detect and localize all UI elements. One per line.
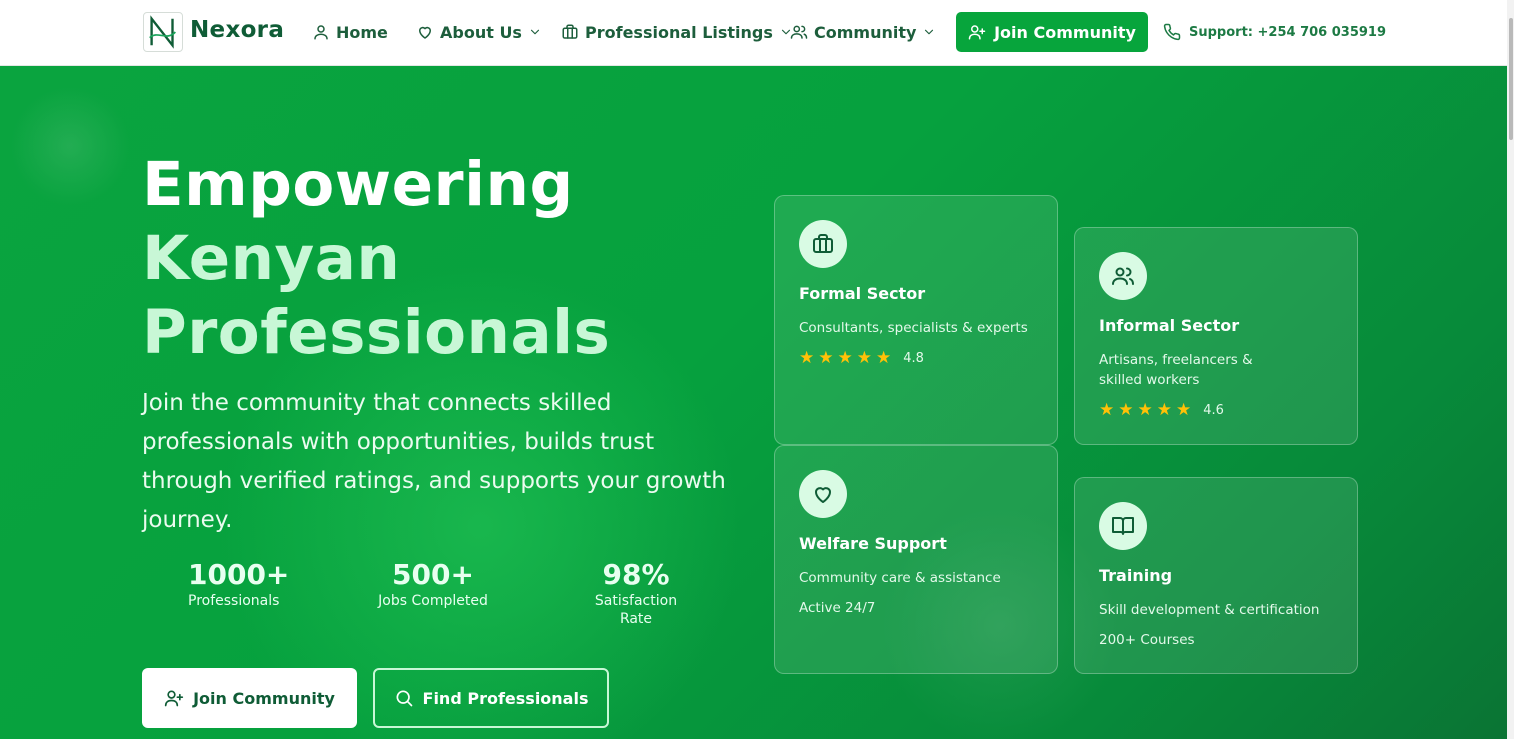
star-icon: ★ bbox=[1137, 400, 1153, 420]
heart-icon bbox=[419, 26, 431, 39]
card-icon-circle bbox=[1099, 502, 1147, 550]
star-icon: ★ bbox=[837, 348, 853, 368]
star-icon: ★ bbox=[1156, 400, 1172, 420]
star-icon: ★ bbox=[818, 348, 834, 368]
brand-name[interactable]: Nexora bbox=[190, 17, 284, 43]
card-description: Artisans, freelancers & skilled workers bbox=[1099, 352, 1253, 388]
chevron-down-icon bbox=[530, 29, 540, 35]
stat-value: 500+ bbox=[392, 558, 474, 591]
user-plus-icon bbox=[164, 690, 184, 707]
search-icon bbox=[396, 690, 412, 707]
stat-label: Professionals bbox=[188, 593, 280, 609]
card-description: Skill development & certification bbox=[1099, 602, 1320, 618]
hero-headline: Empowering Kenyan Professionals bbox=[142, 148, 610, 370]
nav-home[interactable]: Home bbox=[312, 21, 388, 43]
star-icon: ★ bbox=[1118, 400, 1134, 420]
card-icon-circle bbox=[799, 470, 847, 518]
card-description: Community care & assistance bbox=[799, 570, 1001, 586]
card-icon-circle bbox=[1099, 252, 1147, 300]
card-formal-sector[interactable]: Formal Sector Consultants, specialists &… bbox=[774, 195, 1058, 445]
card-rating: ★ ★ ★ ★ ★ 4.6 bbox=[1099, 402, 1224, 419]
briefcase-icon bbox=[813, 234, 833, 253]
nav-home-label: Home bbox=[336, 22, 388, 42]
card-extra: 200+ Courses bbox=[1099, 632, 1195, 648]
star-icon: ★ bbox=[799, 348, 815, 368]
stat-professionals: 1000+ Professionals bbox=[188, 558, 290, 610]
find-professionals-label: Find Professionals bbox=[422, 688, 589, 708]
nav-professional-listings-label: Professional Listings bbox=[585, 22, 773, 42]
hero-join-community-button[interactable]: Join Community bbox=[142, 668, 357, 728]
stat-jobs-completed: 500+ Jobs Completed bbox=[378, 558, 488, 610]
support-phone-link[interactable]: Support: +254 706 035919 bbox=[1163, 23, 1386, 41]
hero-join-community-label: Join Community bbox=[193, 688, 335, 708]
join-community-button[interactable]: Join Community bbox=[956, 12, 1148, 52]
stat-value: 1000+ bbox=[188, 558, 290, 591]
scrollbar-thumb[interactable] bbox=[1509, 18, 1513, 140]
star-icon: ★ bbox=[876, 348, 892, 368]
star-icon: ★ bbox=[1099, 400, 1115, 420]
rating-value: 4.8 bbox=[903, 351, 924, 366]
stat-value: 98% bbox=[602, 558, 670, 591]
logo-mark-icon bbox=[149, 15, 176, 49]
headline-line-3: Professionals bbox=[142, 297, 611, 368]
find-professionals-button[interactable]: Find Professionals bbox=[373, 668, 609, 728]
card-title: Training bbox=[1099, 566, 1173, 585]
stat-label: Jobs Completed bbox=[378, 593, 488, 609]
chevron-down-icon bbox=[925, 29, 934, 35]
hero-subtitle: Join the community that connects skilled… bbox=[142, 390, 726, 533]
heart-icon bbox=[815, 487, 831, 503]
phone-icon bbox=[1163, 23, 1181, 41]
book-icon bbox=[1112, 517, 1134, 535]
nav-about-us-label: About Us bbox=[440, 22, 522, 42]
card-title: Welfare Support bbox=[799, 534, 947, 553]
star-icon: ★ bbox=[856, 348, 872, 368]
stat-label: Satisfaction Rate bbox=[594, 593, 678, 627]
card-rating: ★ ★ ★ ★ ★ 4.8 bbox=[799, 350, 924, 367]
briefcase-icon bbox=[562, 24, 578, 39]
nav-professional-listings[interactable]: Professional Listings bbox=[561, 21, 793, 43]
card-icon-circle bbox=[799, 220, 847, 268]
top-navbar: Nexora Home About Us Professional Listin… bbox=[0, 0, 1507, 66]
card-training[interactable]: Training Skill development & certificati… bbox=[1074, 477, 1358, 674]
star-icon: ★ bbox=[1176, 400, 1192, 420]
join-community-button-label: Join Community bbox=[994, 22, 1136, 42]
stat-satisfaction-rate: 98% Satisfaction Rate bbox=[578, 558, 694, 628]
card-welfare-support[interactable]: Welfare Support Community care & assista… bbox=[774, 445, 1058, 674]
rating-value: 4.6 bbox=[1203, 403, 1224, 418]
card-description: Consultants, specialists & experts bbox=[799, 320, 1028, 336]
support-phone-label: Support: +254 706 035919 bbox=[1189, 24, 1386, 40]
card-title: Informal Sector bbox=[1099, 316, 1240, 335]
user-plus-icon bbox=[968, 25, 986, 40]
headline-line-1: Empowering bbox=[142, 149, 574, 220]
card-informal-sector[interactable]: Informal Sector Artisans, freelancers & … bbox=[1074, 227, 1358, 445]
nav-about-us[interactable]: About Us bbox=[416, 21, 542, 43]
users-icon bbox=[1112, 267, 1134, 285]
card-extra: Active 24/7 bbox=[799, 600, 876, 616]
headline-line-2: Kenyan bbox=[142, 223, 401, 294]
logo[interactable] bbox=[143, 12, 183, 52]
user-icon bbox=[314, 25, 328, 40]
card-title: Formal Sector bbox=[799, 284, 926, 303]
nav-community[interactable]: Community bbox=[790, 21, 936, 43]
nav-community-label: Community bbox=[814, 22, 917, 42]
users-icon bbox=[790, 25, 808, 39]
